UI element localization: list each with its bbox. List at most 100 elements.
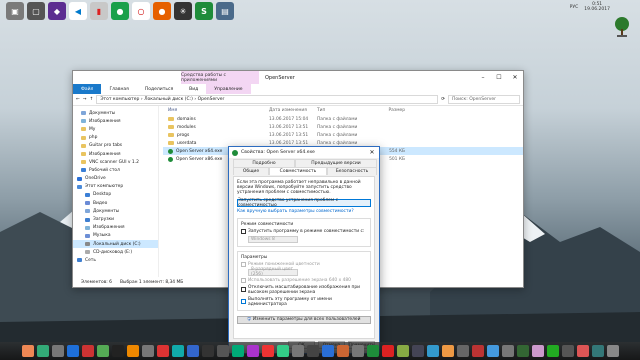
tab-previous-versions[interactable]: Предыдущие версии	[295, 159, 377, 167]
tab-home[interactable]: Главная	[101, 84, 136, 94]
minimize-icon[interactable]: –	[475, 71, 491, 84]
taskbar-app-icon[interactable]	[186, 345, 199, 357]
taskbar-app-icon[interactable]	[291, 345, 304, 357]
sidebar-item[interactable]: Документы	[73, 109, 158, 117]
app-8-icon[interactable]: ●	[153, 2, 171, 20]
tab-view[interactable]: Вид	[181, 84, 206, 94]
app-1-icon[interactable]: ▣	[6, 2, 24, 20]
file-row[interactable]: modules 13.06.2017 13:51 Папка с файлами	[163, 123, 523, 131]
tab-share[interactable]: Поделиться	[137, 84, 181, 94]
taskbar-app-icon[interactable]	[426, 345, 439, 357]
sidebar-item[interactable]: Изображения	[73, 224, 158, 232]
taskbar-app-icon[interactable]	[171, 345, 184, 357]
taskbar-app-icon[interactable]	[366, 345, 379, 357]
taskbar-app-icon[interactable]	[441, 345, 454, 357]
close-icon[interactable]: ✕	[507, 71, 523, 84]
reduced-color-checkbox[interactable]: Режим пониженной цветности	[241, 261, 367, 267]
sidebar-item[interactable]: Документы	[73, 207, 158, 215]
app-5-icon[interactable]: ▮	[90, 2, 108, 20]
sidebar-item[interactable]: My	[73, 125, 158, 133]
taskbar-app-icon[interactable]	[96, 345, 109, 357]
color-mode-select[interactable]: 8-разрядный цвет (256)	[248, 267, 298, 277]
taskbar-app-icon[interactable]	[231, 345, 244, 357]
taskbar-app-icon[interactable]	[156, 345, 169, 357]
compat-mode-box[interactable]	[241, 228, 246, 234]
sidebar-item[interactable]: php	[73, 134, 158, 142]
taskbar-app-icon[interactable]	[396, 345, 409, 357]
back-icon[interactable]: ←	[76, 97, 80, 102]
tree-icon[interactable]	[614, 16, 630, 38]
taskbar-app-icon[interactable]	[501, 345, 514, 357]
sidebar-item[interactable]: Локальный диск (C:)	[73, 240, 158, 249]
taskbar-app-icon[interactable]	[561, 345, 574, 357]
sidebar-item[interactable]: OneDrive	[73, 175, 158, 183]
manual-settings-link[interactable]: Как вручную выбрать параметры совместимо…	[237, 209, 371, 214]
address-bar[interactable]: Этот компьютер › Локальный диск (C:) › O…	[96, 95, 439, 104]
taskbar-app-icon[interactable]	[276, 345, 289, 357]
taskbar-app-icon[interactable]	[516, 345, 529, 357]
tab-security[interactable]: Безопасность	[327, 167, 377, 175]
app-3-icon[interactable]: ◆	[48, 2, 66, 20]
breadcrumb-0[interactable]: Этот компьютер	[100, 97, 139, 102]
refresh-icon[interactable]: ⟳	[441, 97, 445, 102]
tab-details[interactable]: Подробно	[233, 159, 295, 167]
taskbar-app-icon[interactable]	[126, 345, 139, 357]
sidebar-item[interactable]: Guitar pro tabs	[73, 142, 158, 150]
taskbar-app-icon[interactable]	[531, 345, 544, 357]
reduced-color-box[interactable]	[241, 261, 246, 267]
sidebar-item[interactable]: Desktop	[73, 191, 158, 199]
taskbar-app-icon[interactable]	[51, 345, 64, 357]
app-6-icon[interactable]: ●	[111, 2, 129, 20]
taskbar-app-icon[interactable]	[576, 345, 589, 357]
tray-clock[interactable]: 0:51 19.06.2017	[584, 2, 610, 12]
taskbar-app-icon[interactable]	[546, 345, 559, 357]
sidebar-item[interactable]: Рабочий стол	[73, 166, 158, 174]
compat-os-select[interactable]: Windows 8	[248, 235, 298, 243]
sidebar-item[interactable]: Музыка	[73, 232, 158, 240]
forward-icon[interactable]: →	[83, 97, 87, 102]
sidebar-item[interactable]: VNC scanner GUI v 1.2	[73, 158, 158, 166]
breadcrumb-2[interactable]: OpenServer	[198, 97, 225, 102]
taskbar-app-icon[interactable]	[81, 345, 94, 357]
taskbar-app-icon[interactable]	[306, 345, 319, 357]
taskbar-app-icon[interactable]	[141, 345, 154, 357]
breadcrumb-1[interactable]: Локальный диск (C:)	[144, 97, 193, 102]
taskbar-app-icon[interactable]	[381, 345, 394, 357]
sidebar-item[interactable]: CD-дисковод (E:)	[73, 248, 158, 256]
dpi-scaling-checkbox[interactable]: Отключить масштабирование изображения пр…	[241, 285, 367, 295]
search-input[interactable]: Поиск: OpenServer	[448, 95, 520, 104]
app-4-icon[interactable]: ◀	[69, 2, 87, 20]
col-name[interactable]: Имя	[163, 108, 269, 113]
context-tab-app-tools[interactable]: Средства работы с приложениями	[181, 71, 259, 84]
taskbar-app-icon[interactable]	[336, 345, 349, 357]
taskbar-app-icon[interactable]	[471, 345, 484, 357]
tray-lang[interactable]: РУС	[570, 5, 579, 10]
taskbar-app-icon[interactable]	[111, 345, 124, 357]
compat-mode-checkbox[interactable]: Запустить программу в режиме совместимос…	[241, 228, 367, 234]
dialog-titlebar[interactable]: Свойства: Open Server x64.exe ✕	[229, 147, 379, 158]
taskbar-app-icon[interactable]	[36, 345, 49, 357]
taskbar-app-icon[interactable]	[591, 345, 604, 357]
taskbar-app-icon[interactable]	[201, 345, 214, 357]
app-2-icon[interactable]: ▢	[27, 2, 45, 20]
sidebar-item[interactable]: Изображения	[73, 117, 158, 125]
col-date[interactable]: Дата изменения	[269, 108, 317, 113]
run-troubleshooter-button[interactable]: Запустить средство устранения проблем с …	[237, 198, 371, 208]
explorer-titlebar[interactable]: Средства работы с приложениями OpenServe…	[73, 71, 523, 84]
app-11-icon[interactable]: ▤	[216, 2, 234, 20]
maximize-icon[interactable]: ☐	[491, 71, 507, 84]
tab-general[interactable]: Общие	[233, 167, 269, 175]
taskbar-app-icon[interactable]	[606, 345, 619, 357]
taskbar-app-icon[interactable]	[351, 345, 364, 357]
change-all-users-button[interactable]: ⛨ Изменить параметры для всех пользовате…	[237, 315, 371, 324]
dpi-scaling-box[interactable]	[241, 287, 246, 293]
taskbar-app-icon[interactable]	[486, 345, 499, 357]
tab-manage[interactable]: Управление	[206, 84, 251, 94]
taskbar-app-icon[interactable]	[456, 345, 469, 357]
sidebar-item[interactable]: Загрузки	[73, 215, 158, 223]
res-640-box[interactable]	[241, 277, 246, 283]
sidebar-item[interactable]: Изображения	[73, 150, 158, 158]
app-10-icon[interactable]: S	[195, 2, 213, 20]
file-row[interactable]: domains 13.06.2017 15:04 Папка с файлами	[163, 115, 523, 123]
res-640-checkbox[interactable]: Использовать разрешение экрана 640 x 480	[241, 277, 367, 283]
